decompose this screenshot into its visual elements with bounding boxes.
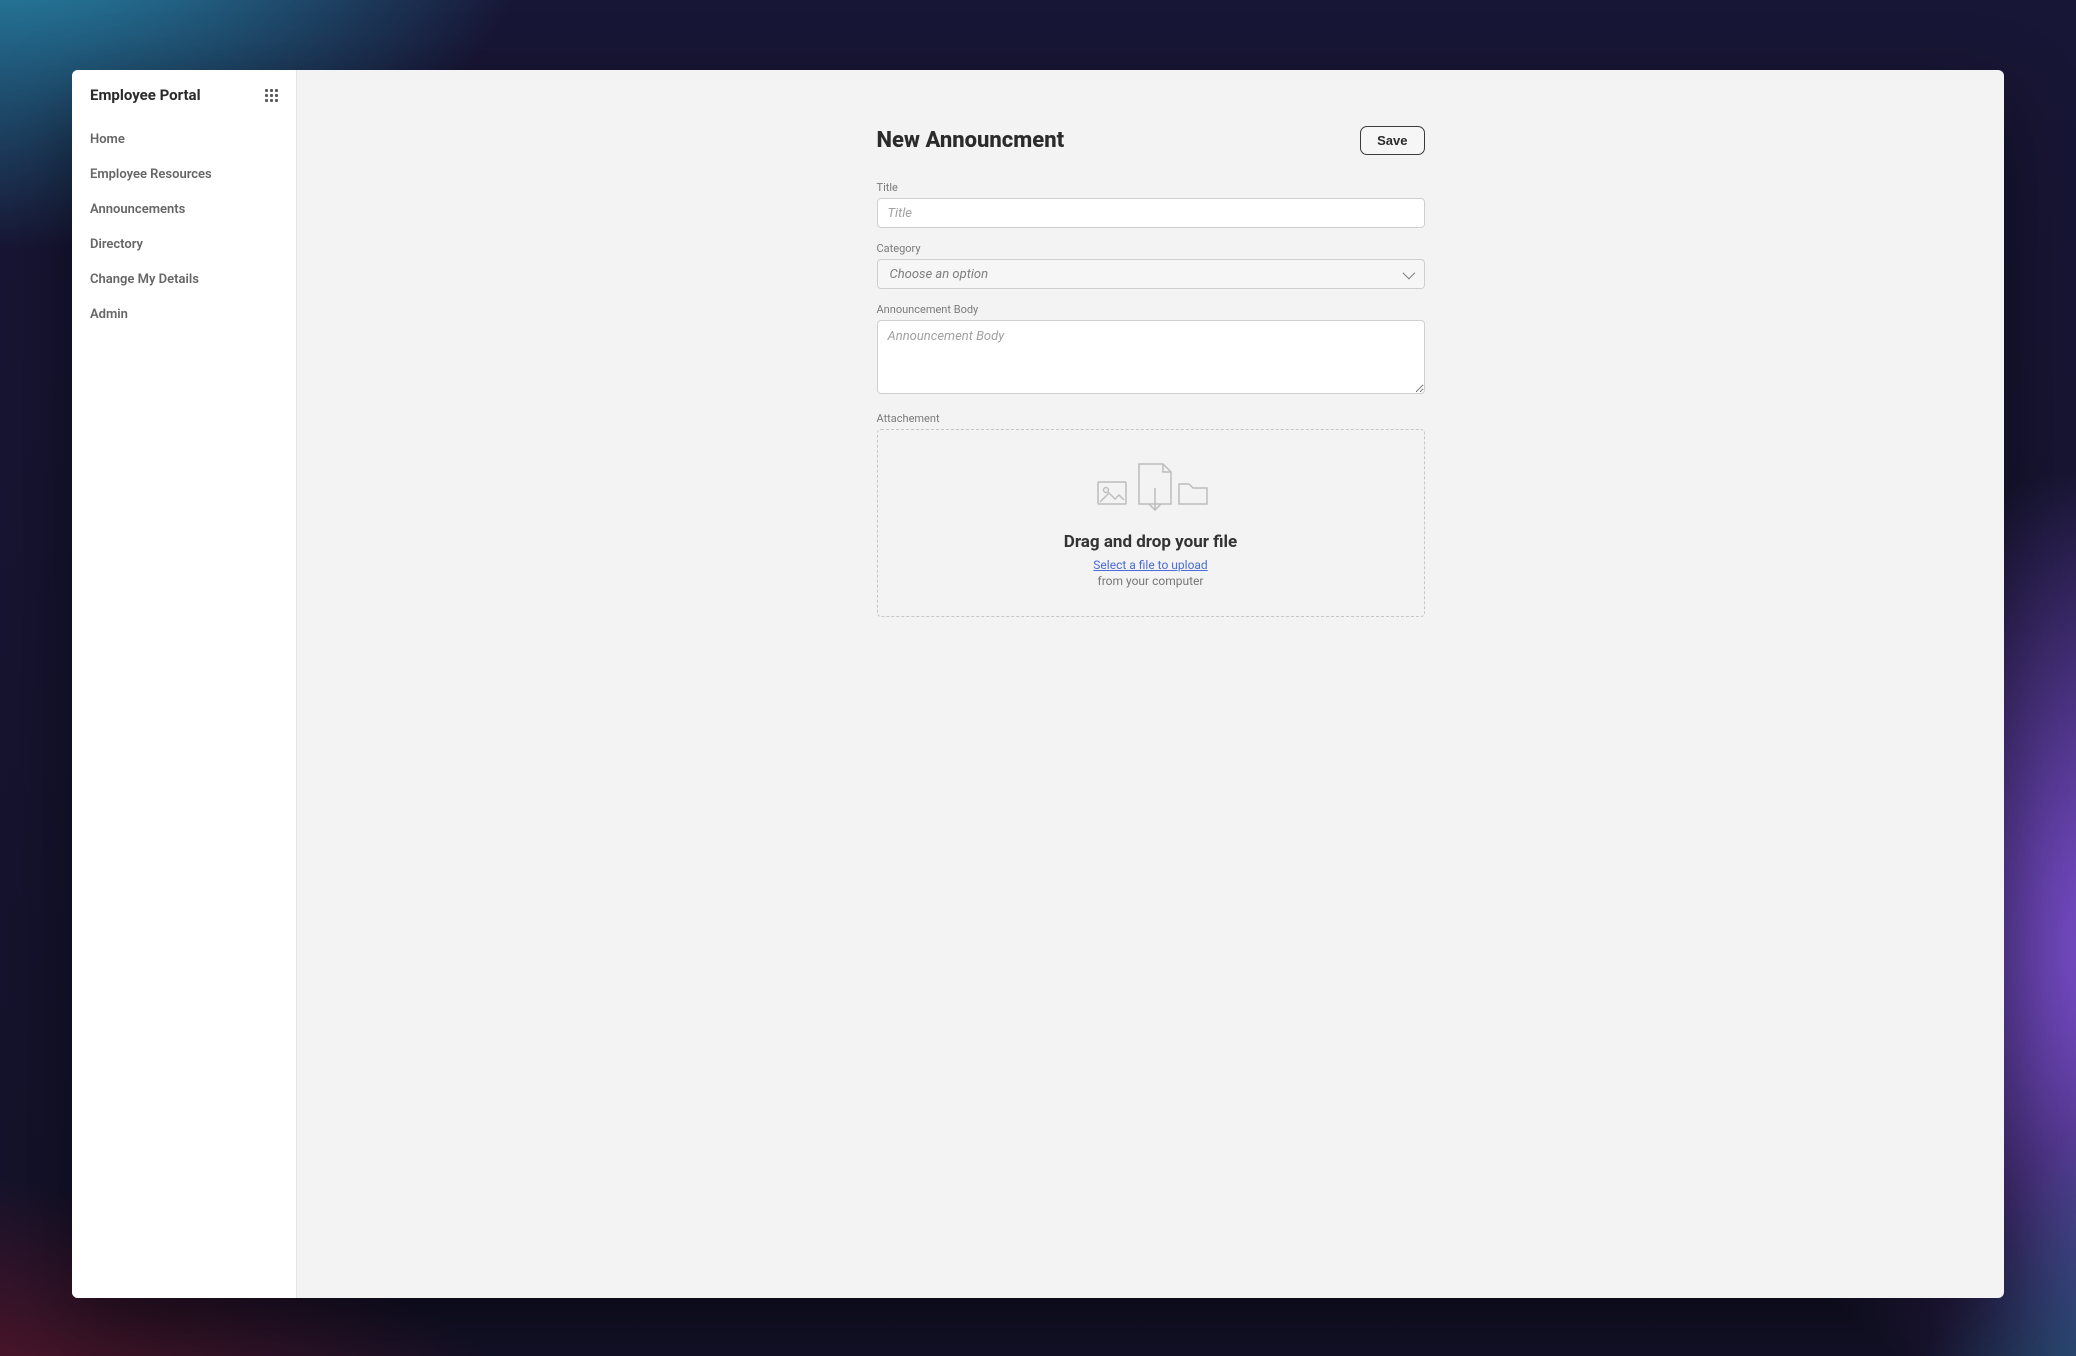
form-header: New Announcment Save xyxy=(877,126,1425,155)
chevron-down-icon xyxy=(1402,266,1415,279)
sidebar-item-employee-resources[interactable]: Employee Resources xyxy=(72,157,296,192)
announcement-form: New Announcment Save Title Category Choo… xyxy=(877,70,1425,1298)
sidebar-item-home[interactable]: Home xyxy=(72,122,296,157)
field-attachment: Attachement xyxy=(877,412,1425,617)
sidebar: Employee Portal Home Employee Resources … xyxy=(72,70,297,1298)
save-button[interactable]: Save xyxy=(1360,126,1424,155)
sidebar-item-change-my-details[interactable]: Change My Details xyxy=(72,262,296,297)
content-area: New Announcment Save Title Category Choo… xyxy=(297,70,2004,1298)
label-title: Title xyxy=(877,181,1425,194)
label-body: Announcement Body xyxy=(877,303,1425,316)
field-category: Category Choose an option xyxy=(877,242,1425,289)
body-textarea[interactable] xyxy=(877,320,1425,394)
dropzone-select-link[interactable]: Select a file to upload xyxy=(1093,558,1207,572)
upload-illustration-icon xyxy=(1093,458,1209,520)
sidebar-nav: Home Employee Resources Announcements Di… xyxy=(72,112,296,332)
category-placeholder: Choose an option xyxy=(890,267,989,282)
sidebar-title: Employee Portal xyxy=(90,86,201,104)
app-window: Employee Portal Home Employee Resources … xyxy=(72,70,2004,1298)
attachment-dropzone[interactable]: Drag and drop your file Select a file to… xyxy=(877,429,1425,617)
label-category: Category xyxy=(877,242,1425,255)
page-title: New Announcment xyxy=(877,128,1065,153)
sidebar-item-directory[interactable]: Directory xyxy=(72,227,296,262)
dropzone-title: Drag and drop your file xyxy=(888,532,1414,552)
field-title: Title xyxy=(877,181,1425,228)
sidebar-header: Employee Portal xyxy=(72,70,296,112)
label-attachment: Attachement xyxy=(877,412,1425,425)
title-input[interactable] xyxy=(877,198,1425,228)
apps-grid-icon[interactable] xyxy=(265,89,278,102)
field-body: Announcement Body xyxy=(877,303,1425,398)
sidebar-item-admin[interactable]: Admin xyxy=(72,297,296,332)
sidebar-item-announcements[interactable]: Announcements xyxy=(72,192,296,227)
dropzone-subtext: from your computer xyxy=(888,574,1414,588)
category-select[interactable]: Choose an option xyxy=(877,259,1425,289)
